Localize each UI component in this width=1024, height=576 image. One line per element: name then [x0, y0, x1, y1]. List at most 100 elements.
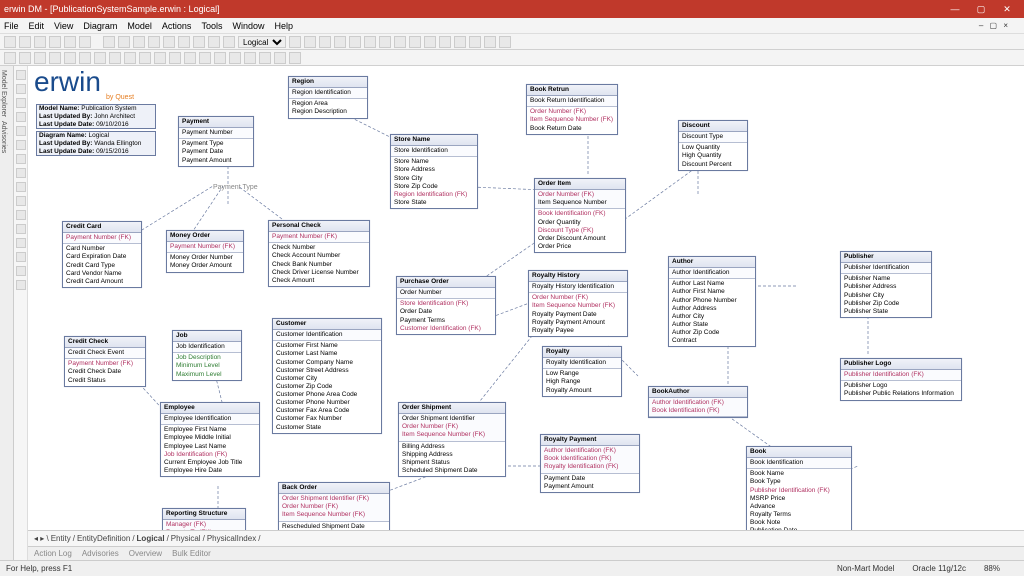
menu-actions[interactable]: Actions [162, 21, 192, 31]
entity-order-shipment[interactable]: Order ShipmentOrder Shipment IdentifierO… [398, 402, 506, 477]
entity-back-order[interactable]: Back OrderOrder Shipment Identifier (FK)… [278, 482, 390, 530]
toolbar-button[interactable] [289, 52, 301, 64]
palette-tool[interactable] [16, 70, 26, 80]
toolbar-button[interactable] [64, 36, 76, 48]
toolbar-button[interactable] [274, 52, 286, 64]
toolbar-button[interactable] [49, 36, 61, 48]
toolbar-button[interactable] [163, 36, 175, 48]
entity-payment[interactable]: PaymentPayment NumberPayment TypePayment… [178, 116, 254, 167]
menu-window[interactable]: Window [232, 21, 264, 31]
palette-tool[interactable] [16, 252, 26, 262]
toolbar-button[interactable] [319, 36, 331, 48]
palette-tool[interactable] [16, 210, 26, 220]
toolbar-button[interactable] [244, 52, 256, 64]
entity-royalty-history[interactable]: Royalty HistoryRoyalty History Identific… [528, 270, 628, 337]
menu-view[interactable]: View [54, 21, 73, 31]
palette-tool[interactable] [16, 112, 26, 122]
palette-tool[interactable] [16, 98, 26, 108]
toolbar-button[interactable] [103, 36, 115, 48]
entity-royalty[interactable]: RoyaltyRoyalty IdentificationLow RangeHi… [542, 346, 622, 397]
toolbar-button[interactable] [469, 36, 481, 48]
toolbar-button[interactable] [124, 52, 136, 64]
tab-bulk-editor[interactable]: Bulk Editor [172, 549, 211, 558]
toolbar-button[interactable] [118, 36, 130, 48]
tab-entity[interactable]: Entity [51, 534, 71, 543]
tab-entity-definition[interactable]: EntityDefinition [77, 534, 130, 543]
toolbar-button[interactable] [154, 52, 166, 64]
tab-overview[interactable]: Overview [129, 549, 162, 558]
toolbar-button[interactable] [289, 36, 301, 48]
toolbar-button[interactable] [34, 36, 46, 48]
entity-book-author[interactable]: BookAuthorAuthor Identification (FK)Book… [648, 386, 748, 418]
tab-advisories[interactable]: Advisories [82, 549, 119, 558]
toolbar-button[interactable] [184, 52, 196, 64]
entity-book[interactable]: BookBook IdentificationBook NameBook Typ… [746, 446, 852, 530]
entity-publisher[interactable]: PublisherPublisher IdentificationPublish… [840, 251, 932, 318]
palette-tool[interactable] [16, 154, 26, 164]
entity-royalty-payment[interactable]: Royalty PaymentAuthor Identification (FK… [540, 434, 640, 493]
toolbar-button[interactable] [424, 36, 436, 48]
document-window-controls[interactable]: – ▢ × [979, 21, 1010, 30]
toolbar-button[interactable] [34, 52, 46, 64]
entity-store-name[interactable]: Store NameStore IdentificationStore Name… [390, 134, 478, 209]
menu-tools[interactable]: Tools [201, 21, 222, 31]
toolbar-button[interactable] [223, 36, 235, 48]
toolbar-button[interactable] [484, 36, 496, 48]
close-button[interactable]: ✕ [994, 4, 1020, 15]
diagram-canvas[interactable]: erwin by Quest Model Name: Publication S… [28, 66, 1024, 530]
palette-tool[interactable] [16, 224, 26, 234]
toolbar-button[interactable] [19, 52, 31, 64]
toolbar-button[interactable] [208, 36, 220, 48]
toolbar-button[interactable] [79, 52, 91, 64]
toolbar-button[interactable] [19, 36, 31, 48]
toolbar-button[interactable] [49, 52, 61, 64]
toolbar-button[interactable] [379, 36, 391, 48]
palette-tool[interactable] [16, 196, 26, 206]
palette-tool[interactable] [16, 84, 26, 94]
toolbar-button[interactable] [304, 36, 316, 48]
toolbar-button[interactable] [4, 36, 16, 48]
entity-employee[interactable]: EmployeeEmployee IdentificationEmployee … [160, 402, 260, 477]
entity-money-order[interactable]: Money OrderPayment Number (FK)Money Orde… [166, 230, 244, 273]
toolbar-button[interactable] [64, 52, 76, 64]
toolbar-button[interactable] [499, 36, 511, 48]
toolbar-button[interactable] [454, 36, 466, 48]
entity-region[interactable]: RegionRegion IdentificationRegion AreaRe… [288, 76, 368, 119]
entity-credit-check[interactable]: Credit CheckCredit Check EventPayment Nu… [64, 336, 146, 387]
tab-action-log[interactable]: Action Log [34, 549, 72, 558]
menu-diagram[interactable]: Diagram [83, 21, 117, 31]
entity-discount[interactable]: DiscountDiscount TypeLow QuantityHigh Qu… [678, 120, 748, 171]
entity-reporting-structure[interactable]: Reporting StructureManager (FK)Reports T… [162, 508, 246, 530]
palette-tool[interactable] [16, 238, 26, 248]
view-mode-select[interactable]: Logical [238, 36, 286, 48]
palette-tool[interactable] [16, 126, 26, 136]
toolbar-button[interactable] [394, 36, 406, 48]
toolbar-button[interactable] [193, 36, 205, 48]
palette-tool[interactable] [16, 140, 26, 150]
toolbar-button[interactable] [229, 52, 241, 64]
toolbar-button[interactable] [409, 36, 421, 48]
menu-edit[interactable]: Edit [29, 21, 45, 31]
entity-customer[interactable]: CustomerCustomer IdentificationCustomer … [272, 318, 382, 434]
menu-file[interactable]: File [4, 21, 19, 31]
toolbar-button[interactable] [199, 52, 211, 64]
toolbar-button[interactable] [259, 52, 271, 64]
palette-tool[interactable] [16, 182, 26, 192]
minimize-button[interactable]: — [942, 4, 968, 14]
entity-credit-card[interactable]: Credit CardPayment Number (FK)Card Numbe… [62, 221, 142, 288]
toolbar-button[interactable] [169, 52, 181, 64]
status-zoom[interactable]: 88% [984, 564, 1000, 573]
toolbar-button[interactable] [364, 36, 376, 48]
toolbar-button[interactable] [349, 36, 361, 48]
toolbar-button[interactable] [94, 52, 106, 64]
toolbar-button[interactable] [214, 52, 226, 64]
toolbar-button[interactable] [139, 52, 151, 64]
entity-personal-check[interactable]: Personal CheckPayment Number (FK)Check N… [268, 220, 370, 287]
toolbar-button[interactable] [178, 36, 190, 48]
toolbar-button[interactable] [79, 36, 91, 48]
maximize-button[interactable]: ▢ [968, 4, 994, 15]
entity-publisher-logo[interactable]: Publisher LogoPublisher Identification (… [840, 358, 962, 401]
entity-job[interactable]: JobJob IdentificationJob DescriptionMini… [172, 330, 242, 381]
palette-tool[interactable] [16, 266, 26, 276]
toolbar-button[interactable] [148, 36, 160, 48]
